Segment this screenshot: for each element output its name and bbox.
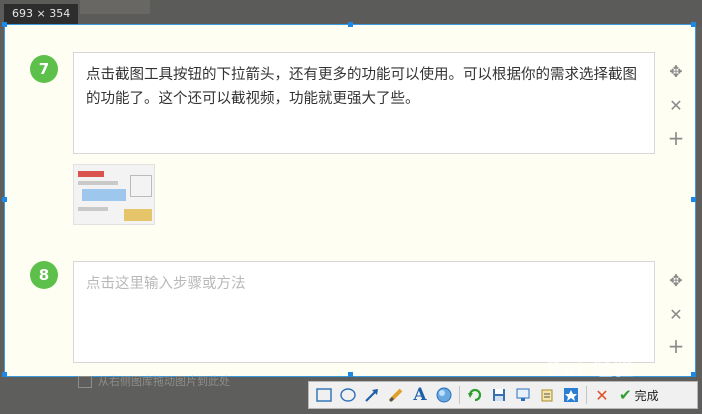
color-icon[interactable] xyxy=(433,384,455,406)
capture-region[interactable]: 7 点击截图工具按钮的下拉箭头，还有更多的功能可以使用。可以根据你的需求选择截图… xyxy=(2,22,696,377)
save-icon[interactable] xyxy=(488,384,510,406)
move-icon[interactable]: ✥ xyxy=(667,63,685,81)
check-icon: ✔ xyxy=(619,386,632,404)
capture-size-badge: 693 × 354 xyxy=(4,4,79,24)
resize-handle-top[interactable] xyxy=(348,22,353,27)
drag-image-hint-text: 从右侧图库拖动图片到此处 xyxy=(98,375,230,388)
text-icon[interactable]: A xyxy=(409,384,431,406)
copy-to-screen-icon[interactable] xyxy=(512,384,534,406)
close-icon[interactable]: ✕ xyxy=(667,306,685,324)
close-icon[interactable]: ✕ xyxy=(667,97,685,115)
drag-image-hint: 从右侧图库拖动图片到此处 xyxy=(78,374,230,390)
rectangle-icon[interactable] xyxy=(313,384,335,406)
move-icon[interactable]: ✥ xyxy=(667,272,685,290)
step-text-field[interactable]: 点击截图工具按钮的下拉箭头，还有更多的功能可以使用。可以根据你的需求选择截图的功… xyxy=(73,52,655,154)
add-icon[interactable]: + xyxy=(667,336,685,356)
step-image-thumbnail[interactable] xyxy=(73,164,155,225)
resize-handle-right[interactable] xyxy=(691,197,696,202)
resize-handle-bottom-left[interactable] xyxy=(2,372,7,377)
ellipse-icon[interactable] xyxy=(337,384,359,406)
step-number-badge: 7 xyxy=(30,55,58,83)
pin-icon[interactable] xyxy=(536,384,558,406)
screenshot-toolbar: A ✕ ✔ 完成 xyxy=(308,381,698,409)
arrow-icon[interactable] xyxy=(361,384,383,406)
step-number-badge: 8 xyxy=(30,261,58,289)
background-thumbnail xyxy=(80,0,150,14)
resize-handle-top-left[interactable] xyxy=(2,22,7,27)
done-button-label: 完成 xyxy=(634,388,659,403)
resize-handle-left[interactable] xyxy=(2,197,7,202)
cancel-icon[interactable]: ✕ xyxy=(591,384,613,406)
image-icon xyxy=(78,376,92,388)
done-button[interactable]: ✔ 完成 xyxy=(615,386,663,404)
resize-handle-bottom[interactable] xyxy=(348,372,353,377)
toolbar-divider xyxy=(459,386,460,404)
resize-handle-top-right[interactable] xyxy=(691,22,696,27)
step-text-field[interactable]: 点击这里输入步骤或方法 xyxy=(73,261,655,363)
watermark-logo: Bai 经验 xyxy=(546,356,635,380)
undo-icon[interactable] xyxy=(464,384,486,406)
add-icon[interactable]: + xyxy=(667,128,685,148)
upload-icon[interactable] xyxy=(560,384,582,406)
toolbar-divider xyxy=(586,386,587,404)
brush-icon[interactable] xyxy=(385,384,407,406)
resize-handle-bottom-right[interactable] xyxy=(691,372,696,377)
